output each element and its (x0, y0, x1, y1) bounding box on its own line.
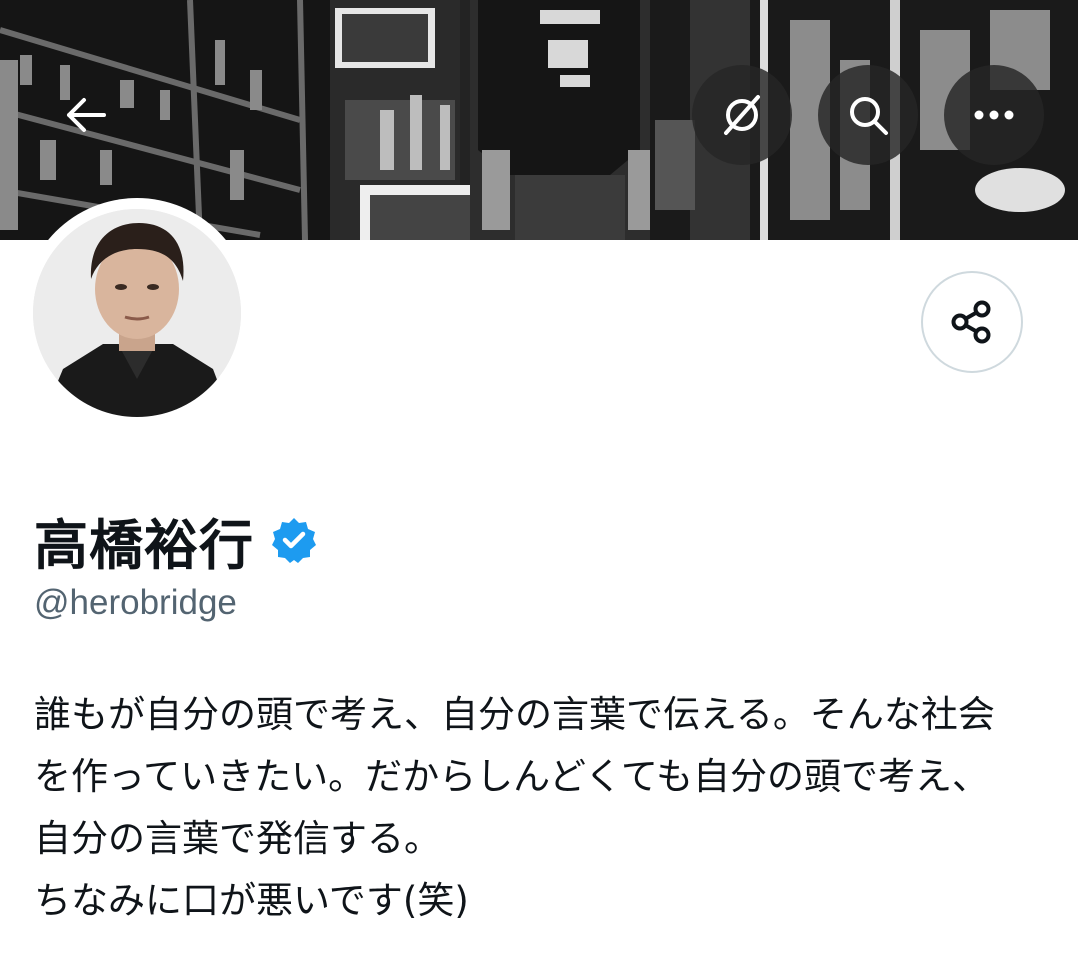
translate-button[interactable] (692, 65, 792, 165)
bio-line: 誰もが自分の頭で考え、自分の言葉で伝える。そんな社会 (34, 693, 995, 736)
share-icon (951, 300, 991, 344)
verified-badge-icon (272, 518, 316, 563)
search-button[interactable] (818, 65, 918, 165)
profile-handle: @herobridge (34, 583, 237, 622)
search-icon (850, 97, 888, 135)
translate-icon (724, 95, 760, 135)
more-horizontal-icon (974, 110, 1014, 120)
display-name: 高橋裕行 (34, 513, 254, 577)
bio-line: ちなみに口が悪いです(笑) (34, 879, 469, 922)
arrow-left-icon (67, 98, 106, 132)
avatar-image (33, 209, 241, 417)
bio-line: を作っていきたい。だからしんどくても自分の頭で考え、 (34, 755, 989, 798)
profile-name-row: 高橋裕行 (34, 505, 318, 577)
share-button[interactable] (921, 271, 1023, 373)
bio-line: 自分の言葉で発信する。 (34, 817, 441, 860)
avatar-photo (33, 209, 241, 417)
profile-avatar[interactable] (22, 198, 252, 428)
profile-bio: 誰もが自分の頭で考え、自分の言葉で伝える。そんな社会 を作っていきたい。だからし… (34, 684, 1064, 932)
back-button[interactable] (36, 65, 136, 165)
verified-badge[interactable] (270, 516, 318, 564)
more-options-button[interactable] (944, 65, 1044, 165)
